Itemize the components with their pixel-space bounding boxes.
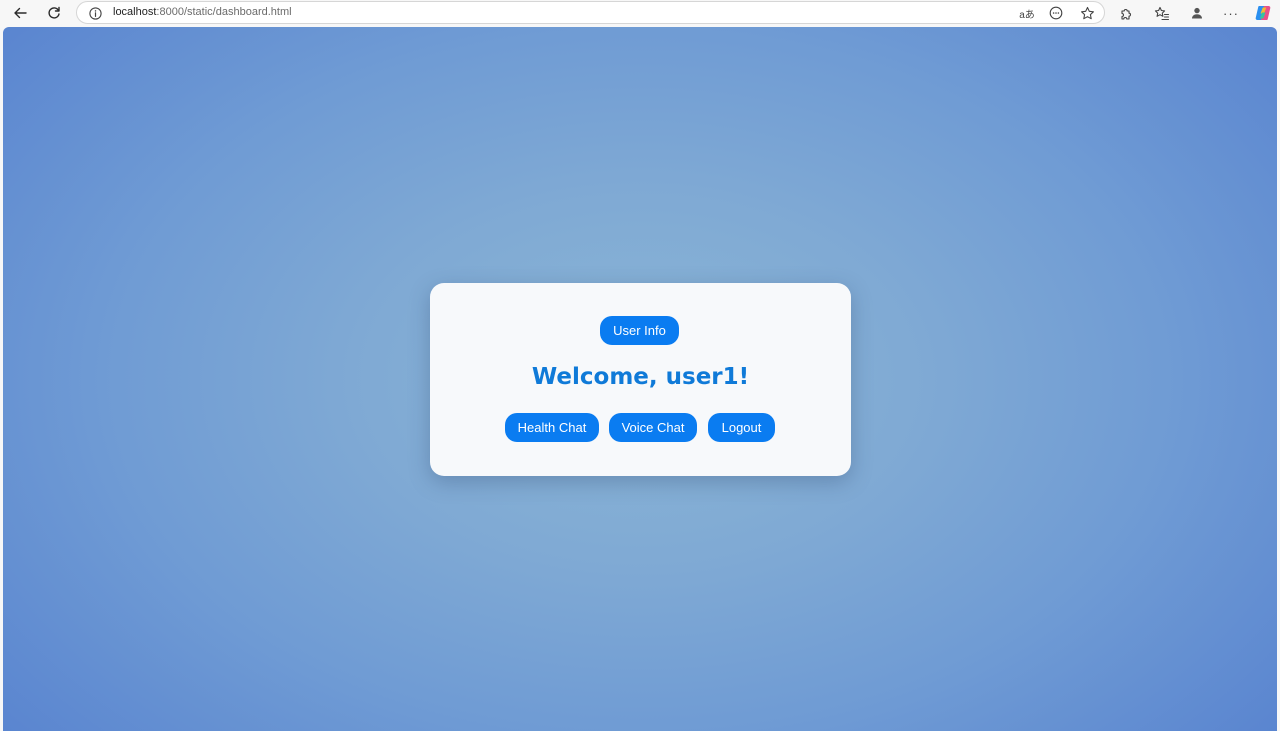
read-aloud-icon[interactable]: aあ [1019, 5, 1035, 21]
dashboard-card: User Info Welcome, user1! Health Chat Vo… [430, 283, 851, 476]
puzzle-icon[interactable] [1116, 3, 1136, 23]
info-icon[interactable] [88, 6, 102, 20]
url-path: :8000/static/dashboard.html [156, 6, 292, 18]
url-text[interactable]: localhost:8000/static/dashboard.html [113, 6, 292, 18]
user-info-button[interactable]: User Info [600, 316, 679, 345]
back-arrow-icon[interactable] [9, 2, 31, 24]
star-icon[interactable] [1079, 5, 1095, 21]
voice-chat-button[interactable]: Voice Chat [609, 413, 697, 442]
favorites-icon[interactable] [1152, 3, 1172, 23]
ellipsis-icon[interactable]: ··· [1221, 3, 1241, 23]
address-bar[interactable]: localhost:8000/static/dashboard.html aあ [76, 1, 1105, 24]
page-viewport: User Info Welcome, user1! Health Chat Vo… [3, 27, 1277, 731]
page-menu-icon[interactable] [1048, 5, 1064, 21]
logout-button[interactable]: Logout [708, 413, 775, 442]
welcome-heading: Welcome, user1! [531, 364, 750, 390]
refresh-icon[interactable] [43, 2, 65, 24]
url-host: localhost [113, 6, 157, 18]
health-chat-button[interactable]: Health Chat [505, 413, 599, 442]
copilot-icon[interactable] [1253, 3, 1273, 23]
browser-toolbar: localhost:8000/static/dashboard.html aあ … [0, 0, 1280, 26]
profile-icon[interactable] [1187, 3, 1207, 23]
